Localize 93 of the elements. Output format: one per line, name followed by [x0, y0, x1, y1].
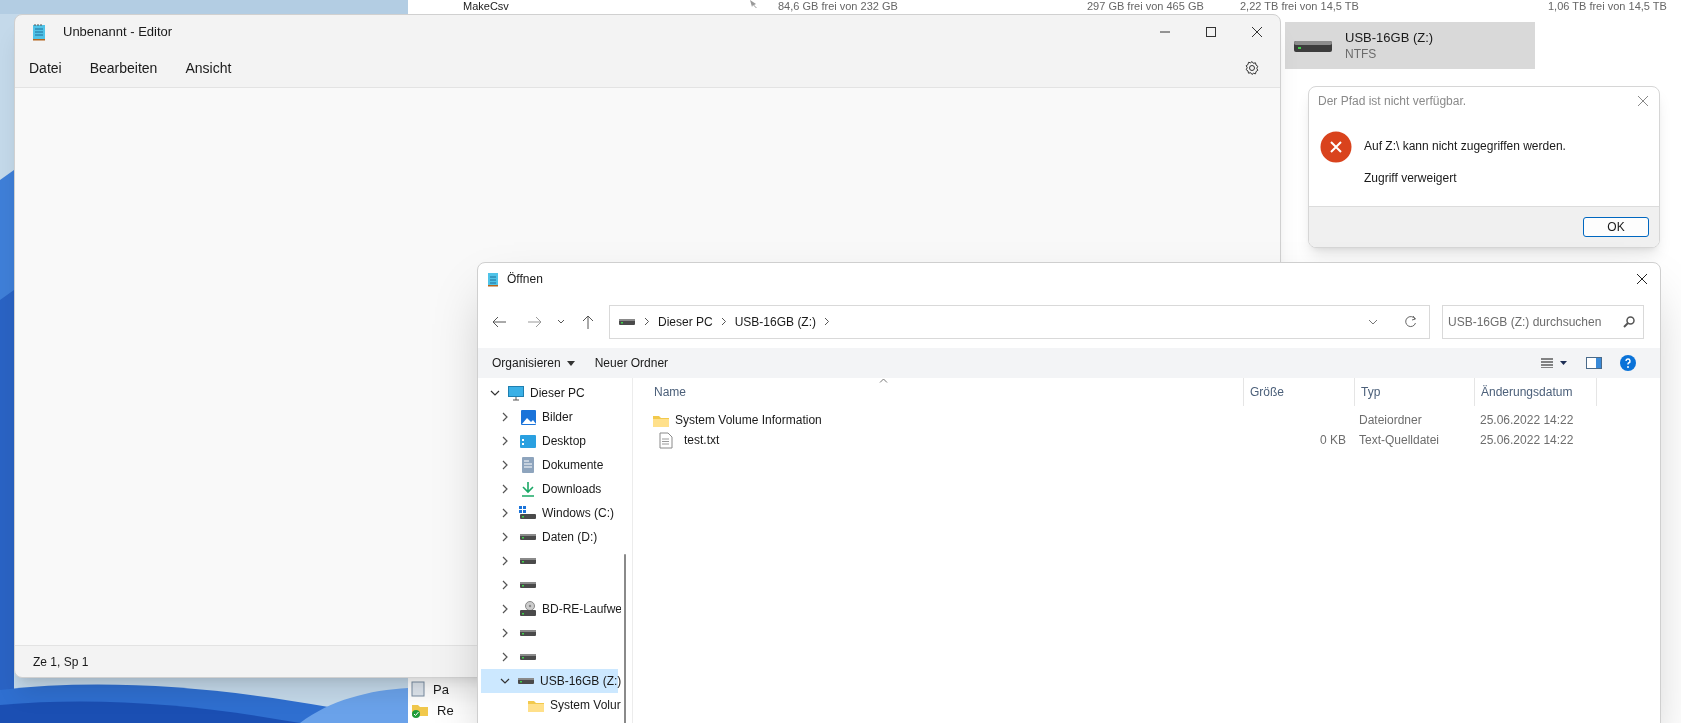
- tree-item[interactable]: Bilder: [481, 405, 618, 429]
- windows-drive-icon: [519, 506, 537, 520]
- chevron-right-icon: [644, 317, 650, 326]
- refresh-icon[interactable]: [1404, 315, 1417, 328]
- desktop-icon: [519, 434, 537, 448]
- image-icon: [519, 409, 537, 425]
- drive-icon: [517, 676, 535, 686]
- tree-item[interactable]: Daten (D:): [481, 525, 618, 549]
- column-header[interactable]: Größe: [1243, 378, 1354, 406]
- file-type: Dateiordner: [1359, 413, 1422, 427]
- toolbar-button[interactable]: Organisieren: [484, 354, 583, 372]
- notepad-icon: [32, 23, 46, 41]
- tree-item[interactable]: Dokumente: [481, 453, 618, 477]
- chevron-right-icon[interactable]: [502, 436, 508, 446]
- toolbar-button[interactable]: Neuer Ordner: [586, 354, 677, 372]
- breadcrumb-item[interactable]: Dieser PC: [658, 312, 713, 331]
- chevron-right-icon[interactable]: [502, 508, 508, 518]
- file-size: 0 KB: [1320, 433, 1346, 447]
- text-file-icon: [659, 431, 673, 449]
- drive-icon: [519, 532, 537, 542]
- document-icon: [519, 457, 537, 473]
- optical-drive-icon: [519, 601, 537, 617]
- chevron-right-icon[interactable]: [502, 580, 508, 590]
- error-message: Auf Z:\ kann nicht zugegriffen werden.: [1364, 138, 1566, 155]
- file-name[interactable]: test.txt: [684, 431, 720, 449]
- document-icon: [411, 681, 425, 697]
- menu-item[interactable]: Bearbeiten: [79, 53, 168, 83]
- free-space-text: 84,6 GB frei von 232 GB: [778, 0, 898, 13]
- tree-item[interactable]: Dieser PC: [481, 381, 618, 405]
- free-space-text: 297 GB frei von 465 GB: [1087, 0, 1204, 13]
- search-icon: [1623, 315, 1635, 328]
- drive-icon: [618, 316, 636, 327]
- free-space-text: 1,06 TB frei von 14,5 TB: [1548, 0, 1667, 13]
- chevron-right-icon[interactable]: [502, 556, 508, 566]
- error-icon: [1320, 131, 1352, 163]
- forward-arrow-icon[interactable]: [527, 315, 543, 328]
- address-bar[interactable]: Dieser PC USB-16GB (Z:): [609, 304, 1430, 339]
- free-space-text: 2,22 TB frei von 14,5 TB: [1240, 0, 1359, 13]
- chevron-right-icon: [720, 317, 727, 326]
- menu-item[interactable]: Datei: [19, 53, 72, 83]
- chevron-right-icon: [824, 317, 831, 326]
- sort-caret-icon: [879, 378, 888, 383]
- drive-icon: [519, 628, 537, 638]
- status-text: Ze 1, Sp 1: [33, 653, 89, 671]
- download-icon: [519, 481, 537, 497]
- back-arrow-icon[interactable]: [491, 315, 507, 328]
- folder-check-icon: [411, 702, 429, 718]
- menu-item[interactable]: Ansicht: [175, 53, 242, 83]
- ok-button[interactable]: OK: [1583, 217, 1649, 237]
- drive-icon: [519, 652, 537, 662]
- column-header[interactable]: Name: [633, 378, 1243, 406]
- file-date: 25.06.2022 14:22: [1480, 433, 1574, 447]
- view-options-icon[interactable]: [1541, 358, 1569, 368]
- file-name[interactable]: System Volume Information: [675, 411, 822, 429]
- file-date: 25.06.2022 14:22: [1480, 413, 1574, 427]
- column-header[interactable]: Änderungsdatum: [1474, 378, 1597, 406]
- drive-name: USB-16GB (Z:): [1345, 28, 1434, 46]
- chevron-right-icon[interactable]: [502, 460, 508, 470]
- breadcrumb-item[interactable]: USB-16GB (Z:): [734, 312, 817, 331]
- chevron-down-icon[interactable]: [500, 678, 510, 684]
- search-field[interactable]: USB-16GB (Z:) durchsuchen: [1442, 304, 1644, 339]
- dropdown-triangle-icon: [566, 360, 575, 366]
- dialog-title: Öffnen: [507, 271, 543, 288]
- preview-pane-icon[interactable]: [1586, 357, 1602, 369]
- chevron-right-icon[interactable]: [502, 532, 508, 542]
- chevron-right-icon[interactable]: [502, 628, 508, 638]
- chevron-right-icon[interactable]: [502, 484, 508, 494]
- help-icon[interactable]: [1620, 355, 1636, 371]
- drive-tile[interactable]: USB-16GB (Z:) NTFS: [1285, 22, 1535, 69]
- chevron-right-icon[interactable]: [502, 412, 508, 422]
- tree-item[interactable]: Downloads: [481, 477, 618, 501]
- notepad-icon: [487, 271, 499, 287]
- drive-icon: [519, 556, 537, 566]
- dialog-title: Der Pfad ist nicht verfügbar.: [1318, 93, 1467, 110]
- monitor-icon: [507, 385, 525, 401]
- chevron-down-icon[interactable]: [557, 318, 565, 325]
- drive-icon: [519, 580, 537, 590]
- tree-item[interactable]: Desktop: [481, 429, 618, 453]
- column-header[interactable]: Typ: [1354, 378, 1474, 406]
- chevron-right-icon[interactable]: [502, 604, 508, 614]
- window-title: Unbenannt - Editor: [63, 23, 173, 42]
- chevron-right-icon[interactable]: [502, 652, 508, 662]
- drive-label: MakeCsv: [463, 0, 509, 13]
- nav-item[interactable]: Re: [437, 702, 454, 718]
- error-detail: Zugriff verweigert: [1364, 170, 1458, 187]
- chevron-down-icon[interactable]: [490, 390, 500, 396]
- filesystem-label: NTFS: [1345, 45, 1378, 63]
- nav-item[interactable]: Pa: [433, 681, 449, 697]
- settings-icon[interactable]: [1244, 60, 1260, 76]
- tree-item[interactable]: Windows (C:): [481, 501, 618, 525]
- file-type: Text-Quelldatei: [1359, 433, 1440, 447]
- close-icon[interactable]: [1636, 273, 1648, 285]
- up-arrow-icon[interactable]: [582, 313, 594, 330]
